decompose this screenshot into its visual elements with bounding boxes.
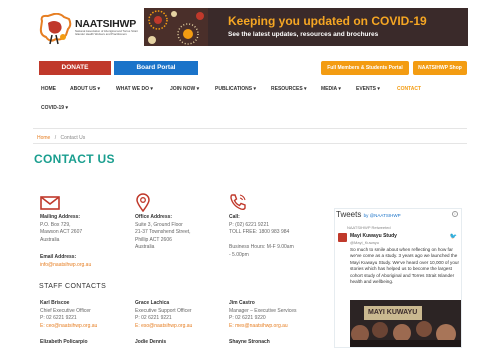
nav-media[interactable]: MEDIA ▾	[321, 86, 341, 92]
shop-button[interactable]: NAATSIHWP Shop	[413, 61, 467, 75]
nav-publications[interactable]: PUBLICATIONS ▾	[215, 86, 256, 92]
staff-card: Karl Briscoe Chief Executive Officer P: …	[40, 300, 97, 330]
office-line: 21-37 Townshend Street,	[135, 229, 191, 235]
page-title: CONTACT US	[34, 152, 115, 166]
staff-phone: P: 02 6221 9221	[135, 315, 172, 321]
toll-free-number[interactable]: TOLL FREE: 1800 983 984	[229, 229, 294, 237]
staff-card: Jodie Dennis	[135, 339, 166, 347]
staff-name: Elizabeth Policarpio	[40, 339, 88, 345]
staff-name: Jodie Dennis	[135, 339, 167, 345]
location-pin-icon	[136, 193, 150, 212]
tweets-title: Tweets	[336, 210, 362, 219]
divider	[33, 128, 467, 129]
tweet-author-name[interactable]: Mayi Kuwayu Study	[350, 233, 397, 239]
staff-email[interactable]: E: eso@naatsihwp.org.au	[135, 323, 192, 331]
tweet-author-handle[interactable]: @Mayi_Kuwayu	[350, 240, 379, 245]
staff-card: Grace Lachica Executive Support Officer …	[135, 300, 192, 330]
breadcrumb-home[interactable]: Home	[37, 135, 50, 141]
office-address-label: Office Address:	[135, 214, 173, 220]
staff-role: Chief Executive Officer	[40, 307, 91, 314]
nav-contact[interactable]: CONTACT	[397, 86, 421, 92]
tweets-heading: Tweets by @NAATSIHWP	[336, 210, 401, 219]
nav-events[interactable]: EVENTS ▾	[356, 86, 380, 92]
tweets-by-link[interactable]: by @NAATSIHWP	[364, 213, 401, 218]
mailing-address: Mailing Address: P.O. Box 729, Mawson AC…	[40, 214, 82, 244]
breadcrumb-separator: /	[54, 135, 57, 141]
email-link[interactable]: info@naatsihwp.org.au	[40, 262, 91, 270]
staff-card: Shayne Stronach	[229, 339, 270, 347]
breadcrumb: Home / Contact Us	[37, 135, 85, 141]
office-line: Phillip ACT 2606	[135, 236, 172, 243]
naatsihwp-logo[interactable]: NAATSIHWP National Association of Aborig…	[38, 13, 143, 53]
nav-home[interactable]: HOME	[41, 86, 56, 92]
retweeted-label: NAATSIHWP Retweeted	[347, 225, 391, 230]
staff-name: Shayne Stronach	[229, 339, 270, 345]
mailing-line: Australia	[40, 236, 60, 243]
office-line: Australia	[135, 244, 155, 250]
staff-card: Jim Castro Manager – Executive Services …	[229, 300, 297, 330]
breadcrumb-current: Contact Us	[60, 135, 86, 141]
logo-subtitle: National Association of Aboriginal and T…	[75, 29, 138, 37]
tweet-text: So much to smile about when reflecting o…	[350, 247, 459, 285]
nav-what-we-do[interactable]: WHAT WE DO ▾	[116, 86, 153, 92]
staff-role: Manager – Executive Services	[229, 307, 297, 314]
staff-email[interactable]: E: ceo@naatsihwp.org.au	[40, 323, 97, 331]
staff-card: Elizabeth Policarpio	[40, 339, 88, 347]
mailing-line: P.O. Box 729,	[40, 221, 71, 228]
banner-subtitle: See the latest updates, resources and br…	[228, 31, 379, 38]
call-info: Call: P: (02) 6221 9221 TOLL FREE: 1800 …	[229, 214, 294, 259]
board-portal-button[interactable]: Board Portal	[114, 61, 198, 75]
banner-title: Keeping you updated on COVID-19	[228, 14, 427, 28]
twitter-bird-icon[interactable]: 🐦	[450, 233, 457, 240]
donate-button[interactable]: DONATE	[39, 61, 111, 75]
staff-name: Grace Lachica	[135, 300, 170, 306]
staff-phone: P: 02 6221 9220	[229, 315, 266, 321]
twitter-timeline-widget[interactable]: Tweets by @NAATSIHWP i NAATSIHWP Retweet…	[334, 208, 462, 348]
nav-resources[interactable]: RESOURCES ▾	[271, 86, 307, 92]
staff-name: Karl Briscoe	[40, 300, 70, 306]
office-address: Office Address: Suite 3, Ground Floor 21…	[135, 214, 191, 252]
staff-name: Jim Castro	[229, 300, 255, 306]
aboriginal-art-pattern	[144, 8, 208, 46]
business-hours: Business Hours: M-F 9.00am	[229, 244, 294, 250]
email-address: Email Address: info@naatsihwp.org.au	[40, 254, 91, 269]
staff-email[interactable]: E: mes@naatsihwp.org.au	[229, 323, 297, 331]
call-label: Call:	[229, 214, 240, 220]
nav-about-us[interactable]: ABOUT US ▾	[70, 86, 100, 92]
phone-icon	[230, 194, 246, 211]
logo-mark-icon	[39, 13, 72, 45]
phone-number[interactable]: P: (02) 6221 9221	[229, 222, 294, 230]
covid-banner[interactable]: Keeping you updated on COVID-19 See the …	[144, 8, 468, 46]
tweet-image[interactable]: MAYI KUWAYU	[350, 300, 461, 347]
office-line: Suite 3, Ground Floor	[135, 221, 183, 228]
email-address-label: Email Address:	[40, 254, 77, 260]
avatar[interactable]	[338, 233, 347, 242]
nav-covid-19[interactable]: COVID-19 ▾	[41, 105, 68, 111]
staff-contacts-heading: STAFF CONTACTS	[39, 283, 107, 290]
divider	[33, 143, 467, 144]
members-portal-button[interactable]: Full Members & Students Portal	[321, 61, 409, 75]
business-hours: - 5.00pm	[229, 251, 249, 258]
nav-join-now[interactable]: JOIN NOW ▾	[170, 86, 199, 92]
main-nav: HOME ABOUT US ▾ WHAT WE DO ▾ JOIN NOW ▾ …	[0, 86, 500, 96]
mail-icon	[40, 196, 60, 210]
tweet-photo	[350, 300, 461, 347]
mailing-address-label: Mailing Address:	[40, 214, 81, 220]
info-icon[interactable]: i	[452, 211, 458, 217]
mailing-line: Mawson ACT 2607	[40, 229, 83, 235]
tweet-image-caption: MAYI KUWAYU	[368, 309, 418, 316]
staff-phone: P: 02 6221 9221	[40, 315, 77, 321]
staff-role: Executive Support Officer	[135, 307, 192, 314]
